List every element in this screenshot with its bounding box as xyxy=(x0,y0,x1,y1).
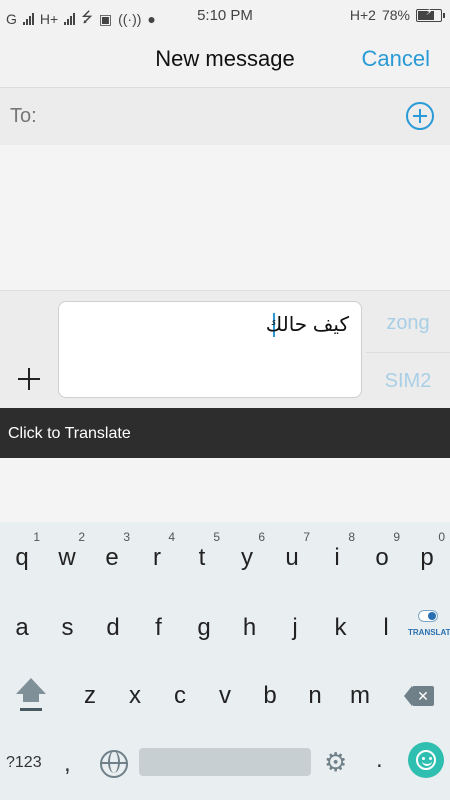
key-letter: h xyxy=(242,614,257,641)
cancel-button[interactable]: Cancel xyxy=(362,46,430,72)
key-q[interactable]: 1q xyxy=(2,530,42,572)
key-s[interactable]: s xyxy=(48,614,88,642)
key-letter: j xyxy=(292,614,298,641)
app-header: New message Cancel xyxy=(0,32,450,88)
key-o[interactable]: 9o xyxy=(362,530,402,572)
key-letter: k xyxy=(334,614,347,641)
attach-plus-icon[interactable] xyxy=(18,368,40,390)
key-g[interactable]: g xyxy=(184,614,224,642)
key-a[interactable]: a xyxy=(2,614,42,642)
key-letter: i xyxy=(334,544,340,571)
status-right: H+2 78% ⚡ xyxy=(349,7,445,23)
recipient-label: To: xyxy=(10,105,37,127)
translate-key-label: TRANSLATE xyxy=(408,628,450,637)
key-hint: 0 xyxy=(438,530,445,544)
message-input[interactable]: كيف حالك xyxy=(58,301,362,398)
key-letter: d xyxy=(106,614,120,641)
battery-percent: 78% xyxy=(381,7,410,23)
blank-area xyxy=(0,458,450,522)
battery-icon: ⚡ xyxy=(416,7,445,22)
key-letter: r xyxy=(153,544,161,571)
key-letter: p xyxy=(420,544,434,571)
key-h[interactable]: h xyxy=(230,614,270,642)
compose-bar: كيف حالك zong SIM2 xyxy=(0,290,450,409)
status-bar: G H+ ⭍ ▣ ((·)) ● 5:10 PM H+2 78% ⚡ xyxy=(0,0,450,32)
send-sim1-button[interactable]: zong xyxy=(366,294,450,353)
recipient-row[interactable]: To: xyxy=(0,88,450,145)
globe-icon[interactable] xyxy=(100,750,128,778)
key-w[interactable]: 2w xyxy=(47,530,87,572)
key-x[interactable]: x xyxy=(115,682,155,710)
comma-key[interactable]: , xyxy=(64,750,71,778)
send-sim2-button[interactable]: SIM2 xyxy=(366,352,450,410)
conversation-area xyxy=(0,145,450,290)
translate-bar[interactable]: Click to Translate xyxy=(0,408,450,458)
key-v[interactable]: v xyxy=(205,682,245,710)
shift-icon[interactable] xyxy=(14,678,48,718)
key-letter: a xyxy=(15,614,29,641)
key-k[interactable]: k xyxy=(321,614,361,642)
gear-icon[interactable]: ⚙ xyxy=(324,748,347,776)
key-letter: u xyxy=(285,544,299,571)
key-f[interactable]: f xyxy=(139,614,179,642)
key-letter: o xyxy=(375,544,389,571)
key-letter: n xyxy=(308,682,322,709)
key-letter: v xyxy=(219,682,231,709)
space-bar[interactable] xyxy=(139,748,311,776)
key-j[interactable]: j xyxy=(275,614,315,642)
key-letter: c xyxy=(174,682,186,709)
key-letter: g xyxy=(197,614,211,641)
key-y[interactable]: 6y xyxy=(227,530,267,572)
key-b[interactable]: b xyxy=(250,682,290,710)
toggle-icon xyxy=(418,610,438,622)
key-letter: t xyxy=(198,544,206,571)
key-z[interactable]: z xyxy=(70,682,110,710)
key-m[interactable]: m xyxy=(340,682,380,710)
key-hint: 7 xyxy=(303,530,310,544)
key-letter: b xyxy=(263,682,277,709)
key-hint: 5 xyxy=(213,530,220,544)
key-p[interactable]: 0p xyxy=(407,530,447,572)
key-hint: 4 xyxy=(168,530,175,544)
period-key[interactable]: . xyxy=(376,746,383,774)
key-hint: 3 xyxy=(123,530,130,544)
message-text: كيف حالك xyxy=(265,314,349,336)
translate-key[interactable]: TRANSLATE xyxy=(408,606,450,646)
backspace-icon[interactable]: ✕ xyxy=(404,686,434,708)
key-l[interactable]: l xyxy=(366,614,406,642)
translate-bar-label: Click to Translate xyxy=(8,425,131,442)
key-hint: 2 xyxy=(78,530,85,544)
key-hint: 1 xyxy=(33,530,40,544)
key-letter: f xyxy=(155,614,162,641)
key-c[interactable]: c xyxy=(160,682,200,710)
key-letter: x xyxy=(129,682,141,709)
key-r[interactable]: 4r xyxy=(137,530,177,572)
key-letter: l xyxy=(383,614,389,641)
key-i[interactable]: 8i xyxy=(317,530,357,572)
key-hint: 6 xyxy=(258,530,265,544)
key-e[interactable]: 3e xyxy=(92,530,132,572)
key-t[interactable]: 5t xyxy=(182,530,222,572)
send-sim-column: zong SIM2 xyxy=(366,291,450,409)
key-hint: 9 xyxy=(393,530,400,544)
key-d[interactable]: d xyxy=(93,614,133,642)
symbols-key[interactable]: ?123 xyxy=(6,754,42,772)
key-letter: e xyxy=(105,544,119,571)
key-u[interactable]: 7u xyxy=(272,530,312,572)
key-letter: q xyxy=(15,544,29,571)
keyboard: 1q2w3e4r5t6y7u8i9o0p asdfghjkl zxcvbnm T… xyxy=(0,522,450,800)
network-type-label: H+2 xyxy=(349,7,376,23)
emoji-icon[interactable] xyxy=(408,742,444,778)
key-letter: z xyxy=(84,682,96,709)
key-letter: y xyxy=(241,544,253,571)
key-letter: w xyxy=(58,544,76,571)
add-recipient-icon[interactable] xyxy=(406,102,434,130)
key-n[interactable]: n xyxy=(295,682,335,710)
key-letter: s xyxy=(61,614,74,641)
key-hint: 8 xyxy=(348,530,355,544)
key-letter: m xyxy=(350,682,370,709)
